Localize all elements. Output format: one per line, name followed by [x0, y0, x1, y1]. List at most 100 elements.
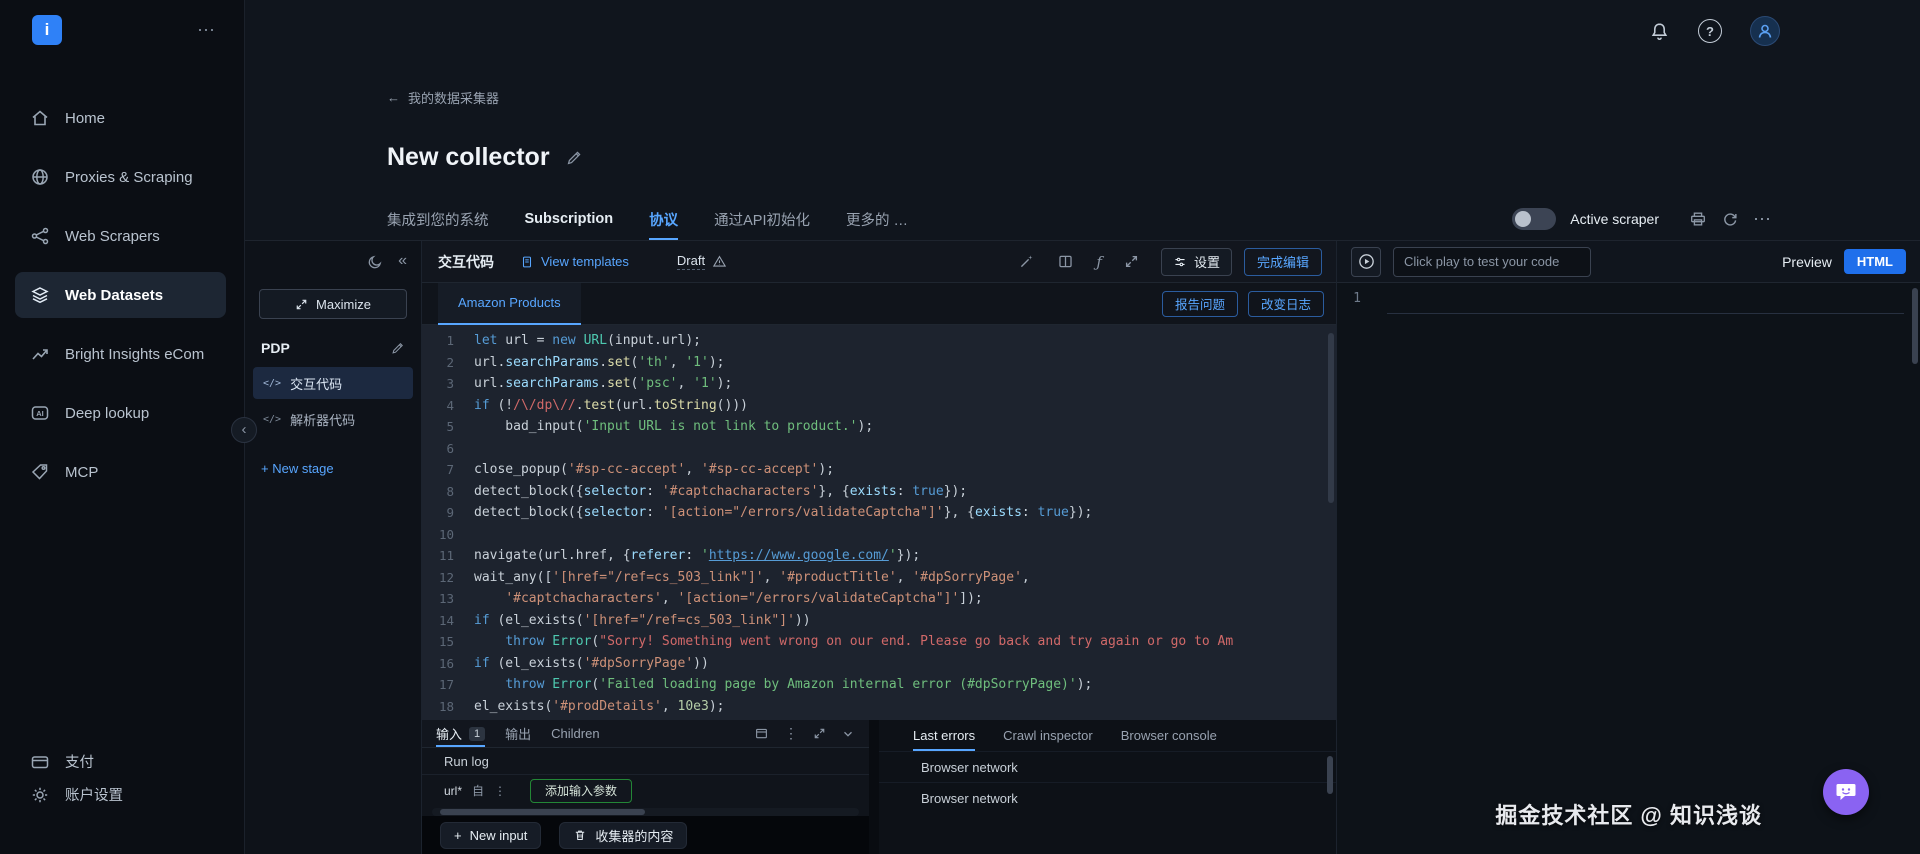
add-input-param-button[interactable]: 添加输入参数: [530, 778, 633, 803]
plus-icon: +: [454, 827, 462, 843]
console-tab-output[interactable]: 输出: [505, 720, 531, 747]
collector-content-button[interactable]: 收集器的内容: [559, 821, 688, 849]
breadcrumb[interactable]: ← 我的数据采集器: [387, 88, 499, 107]
expand-console-icon[interactable]: [813, 727, 826, 740]
maximize-button[interactable]: Maximize: [259, 289, 407, 319]
code-editor[interactable]: 1 let url = new URL(input.url); 2 url.searc…: [422, 325, 1336, 721]
dark-mode-moon-icon[interactable]: [367, 253, 384, 270]
preview-divider: [1387, 313, 1904, 314]
play-button[interactable]: [1351, 246, 1381, 277]
scrollbar-thumb[interactable]: [440, 809, 645, 815]
error-row[interactable]: Browser network: [879, 751, 1336, 782]
sidebar-item-account-settings[interactable]: 账户设置: [15, 778, 226, 811]
chat-support-button[interactable]: [1823, 769, 1869, 815]
tab-integrate-system[interactable]: 集成到您的系统: [387, 198, 489, 240]
sidebar-item-deep-lookup[interactable]: AI Deep lookup: [15, 390, 226, 436]
sidebar: i ⋯ Home Proxies & Scraping Web Scrapers…: [0, 0, 245, 854]
main-area: ? ← 我的数据采集器 New collector 集成到您的系统 Subscr…: [245, 0, 1920, 854]
sidebar-item-web-scrapers[interactable]: Web Scrapers: [15, 213, 226, 259]
chevron-down-icon[interactable]: [841, 727, 855, 741]
help-icon[interactable]: ?: [1698, 19, 1722, 43]
sidebar-item-proxies-scraping[interactable]: Proxies & Scraping: [15, 154, 226, 200]
trash-icon: [576, 830, 585, 841]
svg-text:AI: AI: [36, 409, 44, 418]
preview-mode-label[interactable]: Preview: [1782, 254, 1832, 270]
edit-stage-pencil-icon[interactable]: [391, 341, 405, 355]
sidebar-item-bright-insights[interactable]: Bright Insights eCom: [15, 331, 226, 377]
sidebar-item-home[interactable]: Home: [15, 95, 226, 141]
split-view-icon[interactable]: [1057, 253, 1074, 270]
sidebar-collapse-handle[interactable]: ‹: [231, 417, 257, 443]
active-scraper-toggle[interactable]: [1512, 208, 1557, 230]
preview-line-number: 1: [1353, 291, 1361, 306]
html-mode-button[interactable]: HTML: [1843, 249, 1906, 274]
datasets-icon: [30, 285, 50, 305]
notifications-bell-icon[interactable]: [1649, 21, 1670, 42]
stage-item-parser-code[interactable]: </> 解析器代码: [253, 403, 413, 435]
console-tab-browser-console[interactable]: Browser console: [1121, 720, 1217, 751]
magic-wand-icon[interactable]: [1018, 253, 1035, 270]
editor-tab-amazon-products[interactable]: Amazon Products: [438, 282, 581, 325]
console-tab-last-errors[interactable]: Last errors: [913, 720, 975, 751]
more-options-icon[interactable]: ⋯: [1753, 209, 1772, 230]
sidebar-menu-icon[interactable]: ⋯: [197, 20, 216, 41]
console-tab-input[interactable]: 输入 1: [436, 720, 486, 747]
sidebar-item-payment[interactable]: 支付: [15, 745, 226, 778]
function-icon[interactable]: ƒ: [1096, 253, 1102, 271]
preview-panel: Preview HTML 1: [1337, 241, 1920, 854]
code-icon: </>: [263, 377, 282, 389]
header-controls: Active scraper ⋯: [1512, 198, 1772, 240]
sidebar-item-web-datasets[interactable]: Web Datasets: [15, 272, 226, 318]
refresh-icon[interactable]: [1721, 210, 1739, 228]
input-count-badge: 1: [469, 726, 486, 741]
changelog-button[interactable]: 改变日志: [1247, 290, 1324, 317]
view-templates-link[interactable]: View templates: [520, 254, 629, 269]
user-avatar[interactable]: [1750, 16, 1780, 46]
diagnostics-console: Last errors Crawl inspector Browser cons…: [879, 720, 1336, 854]
page-title: New collector: [387, 143, 550, 171]
brand-logo[interactable]: i: [32, 15, 62, 45]
stage-item-interaction-code[interactable]: </> 交互代码: [253, 367, 413, 399]
printer-icon[interactable]: [1689, 210, 1707, 228]
collapse-panel-icon[interactable]: «: [398, 252, 407, 270]
settings-button[interactable]: 设置: [1160, 247, 1232, 276]
new-input-button[interactable]: + New input: [440, 821, 542, 849]
finish-editing-button[interactable]: 完成编辑: [1243, 247, 1322, 276]
sidebar-bottom-nav: 支付 账户设置: [0, 745, 244, 811]
input-param-name: url*: [444, 783, 463, 798]
tab-protocol[interactable]: 协议: [649, 198, 679, 240]
scrapers-icon: [30, 226, 50, 246]
console-scrollbar[interactable]: [1327, 756, 1333, 794]
input-param-type: 自: [472, 784, 485, 798]
ide-workspace: « Maximize PDP </> 交互代码 </> 解析器代码 + New …: [245, 240, 1920, 854]
run-log-row[interactable]: Run log: [422, 748, 869, 775]
error-row[interactable]: Browser network: [879, 782, 1336, 813]
code-icon: </>: [263, 413, 282, 425]
expand-icon[interactable]: [1124, 254, 1139, 269]
frame-icon[interactable]: [754, 726, 769, 741]
new-stage-button[interactable]: + New stage: [261, 461, 405, 476]
back-arrow-icon: ←: [387, 90, 400, 105]
test-code-input[interactable]: [1393, 246, 1591, 277]
param-kebab-icon[interactable]: ⋮: [494, 784, 506, 798]
tag-icon: [30, 462, 50, 482]
console-tab-children[interactable]: Children: [551, 720, 599, 747]
report-issue-button[interactable]: 报告问题: [1161, 290, 1238, 317]
credit-card-icon: [30, 752, 50, 772]
warning-icon: [712, 255, 727, 267]
tab-subscription[interactable]: Subscription: [525, 198, 614, 240]
console-tab-crawl-inspector[interactable]: Crawl inspector: [1003, 720, 1093, 751]
active-scraper-label: Active scraper: [1570, 211, 1659, 227]
kebab-menu-icon[interactable]: ⋮: [784, 725, 798, 742]
stage-name: PDP: [261, 340, 290, 356]
code-lines: 1 let url = new URL(input.url); 2 url.searc…: [438, 333, 1234, 714]
chat-bubble-icon: [1836, 784, 1856, 800]
edit-title-pencil-icon[interactable]: [566, 149, 583, 166]
code-editor-scrollbar[interactable]: [1328, 333, 1334, 503]
tab-more[interactable]: 更多的 …: [846, 198, 908, 240]
tab-api-init[interactable]: 通过API初始化: [714, 198, 810, 240]
horizontal-scrollbar[interactable]: [432, 808, 859, 816]
sidebar-item-mcp[interactable]: MCP: [15, 449, 226, 495]
preview-scrollbar[interactable]: [1912, 288, 1918, 364]
ai-badge-icon: AI: [30, 403, 50, 423]
